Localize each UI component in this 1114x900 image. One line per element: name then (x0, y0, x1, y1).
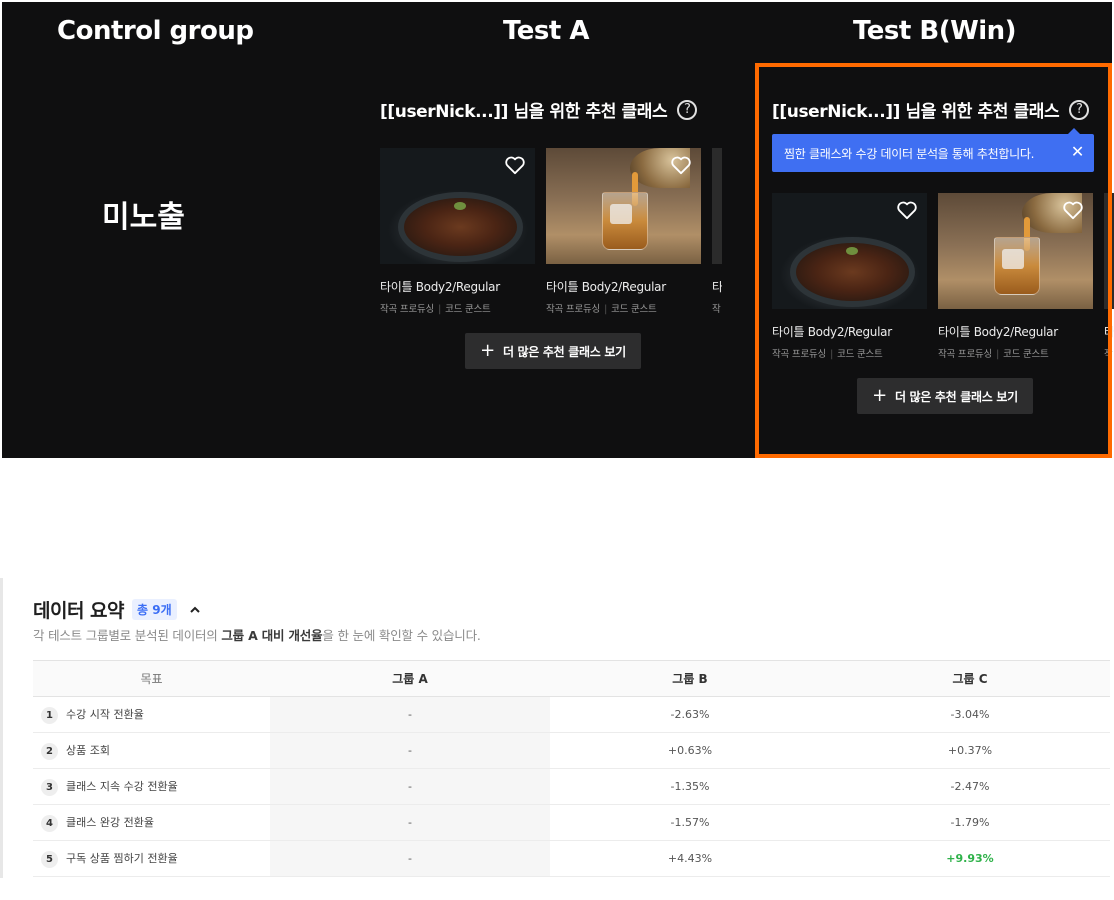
summary-header: 데이터 요약 총 9개 (33, 596, 201, 623)
winner-highlight-border (755, 63, 1112, 458)
column-header-group-a: 그룹 A (270, 660, 550, 697)
widget-heading-text: [[userNick...]] 님을 위한 추천 클래스 (380, 102, 668, 122)
group-c-value: +0.37% (830, 732, 1110, 769)
group-b-value: +0.63% (550, 732, 830, 769)
help-icon[interactable]: ? (677, 99, 698, 120)
group-c-value: +9.93% (830, 840, 1110, 877)
class-card[interactable]: 타이틀 Body2/Regular 작곡 프로듀싱 | 코드 쿤스트 (380, 148, 535, 315)
column-header-goal: 목표 (33, 660, 270, 697)
goal-label: 수강 시작 전환율 (66, 707, 144, 721)
class-card-partial[interactable]: 타 작 (712, 148, 722, 315)
table-header-row: 목표 그룹 A 그룹 B 그룹 C (33, 660, 1110, 697)
group-c-value: -3.04% (830, 696, 1110, 733)
goal-label: 클래스 지속 수강 전환율 (66, 779, 178, 793)
group-c-value: -2.47% (830, 768, 1110, 805)
divider (0, 578, 3, 878)
table-row: 1 수강 시작 전환율 - -2.63% -3.04% (33, 696, 1110, 733)
table-row: 4 클래스 완강 전환율 - -1.57% -1.79% (33, 804, 1110, 841)
group-b-value: -1.57% (550, 804, 830, 841)
row-number: 2 (41, 742, 58, 760)
group-a-value: - (270, 804, 550, 841)
group-a-value: - (270, 732, 550, 769)
class-card-meta: 작곡 프로듀싱 | 코드 쿤스트 (546, 304, 657, 315)
goal-label: 상품 조회 (66, 743, 110, 757)
group-c-value: -1.79% (830, 804, 1110, 841)
summary-table: 목표 그룹 A 그룹 B 그룹 C 1 수강 시작 전환율 - -2.63% -3… (33, 660, 1110, 877)
group-a-value: - (270, 840, 550, 877)
row-number: 3 (41, 778, 58, 796)
whiskey-glass-image (546, 148, 701, 264)
group-b-value: -2.63% (550, 696, 830, 733)
summary-title: 데이터 요약 (33, 600, 125, 622)
control-group-title: Control group (57, 16, 254, 46)
table-row: 2 상품 조회 - +0.63% +0.37% (33, 732, 1110, 769)
plus-icon: + (480, 340, 495, 361)
row-number: 1 (41, 706, 58, 724)
group-a-value: - (270, 768, 550, 805)
column-header-group-c: 그룹 C (830, 660, 1110, 697)
class-card-list: 타이틀 Body2/Regular 작곡 프로듀싱 | 코드 쿤스트 타이틀 Bod… (380, 148, 722, 315)
heart-icon[interactable] (670, 155, 692, 175)
summary-description: 각 테스트 그룹별로 분석된 데이터의 그룹 A 대비 개선율을 한 눈에 확인… (33, 628, 481, 643)
test-a-widget: [[userNick...]] 님을 위한 추천 클래스 ? 타이틀 Body2… (380, 97, 725, 457)
column-header-group-b: 그룹 B (550, 660, 830, 697)
test-a-title: Test A (503, 16, 590, 46)
more-recommendations-label: 더 많은 추천 클래스 보기 (502, 344, 626, 359)
class-card[interactable]: 타이틀 Body2/Regular 작곡 프로듀싱 | 코드 쿤스트 (546, 148, 701, 315)
group-b-value: -1.35% (550, 768, 830, 805)
row-number: 5 (41, 850, 58, 868)
not-exposed-label: 미노출 (102, 200, 185, 235)
group-a-value: - (270, 696, 550, 733)
count-badge: 총 9개 (132, 599, 177, 620)
table-row: 5 구독 상품 찜하기 전환율 - +4.43% +9.93% (33, 840, 1110, 877)
goal-label: 구독 상품 찜하기 전환율 (66, 851, 178, 865)
group-b-value: +4.43% (550, 840, 830, 877)
data-summary-section: 데이터 요약 총 9개 각 테스트 그룹별로 분석된 데이터의 그룹 A 대비 … (0, 578, 1114, 878)
food-bowl-image (380, 148, 535, 264)
table-row: 3 클래스 지속 수강 전환율 - -1.35% -2.47% (33, 768, 1110, 805)
row-number: 4 (41, 814, 58, 832)
test-b-title: Test B(Win) (853, 16, 1017, 46)
widget-heading: [[userNick...]] 님을 위한 추천 클래스 ? (380, 97, 698, 122)
chevron-up-icon[interactable] (189, 604, 201, 616)
class-card-title: 타이틀 Body2/Regular (380, 280, 500, 294)
heart-icon[interactable] (504, 155, 526, 175)
class-card-title: 타이틀 Body2/Regular (546, 280, 666, 294)
class-card-meta: 작곡 프로듀싱 | 코드 쿤스트 (380, 304, 491, 315)
goal-label: 클래스 완강 전환율 (66, 815, 154, 829)
more-recommendations-button[interactable]: + 더 많은 추천 클래스 보기 (465, 333, 641, 369)
